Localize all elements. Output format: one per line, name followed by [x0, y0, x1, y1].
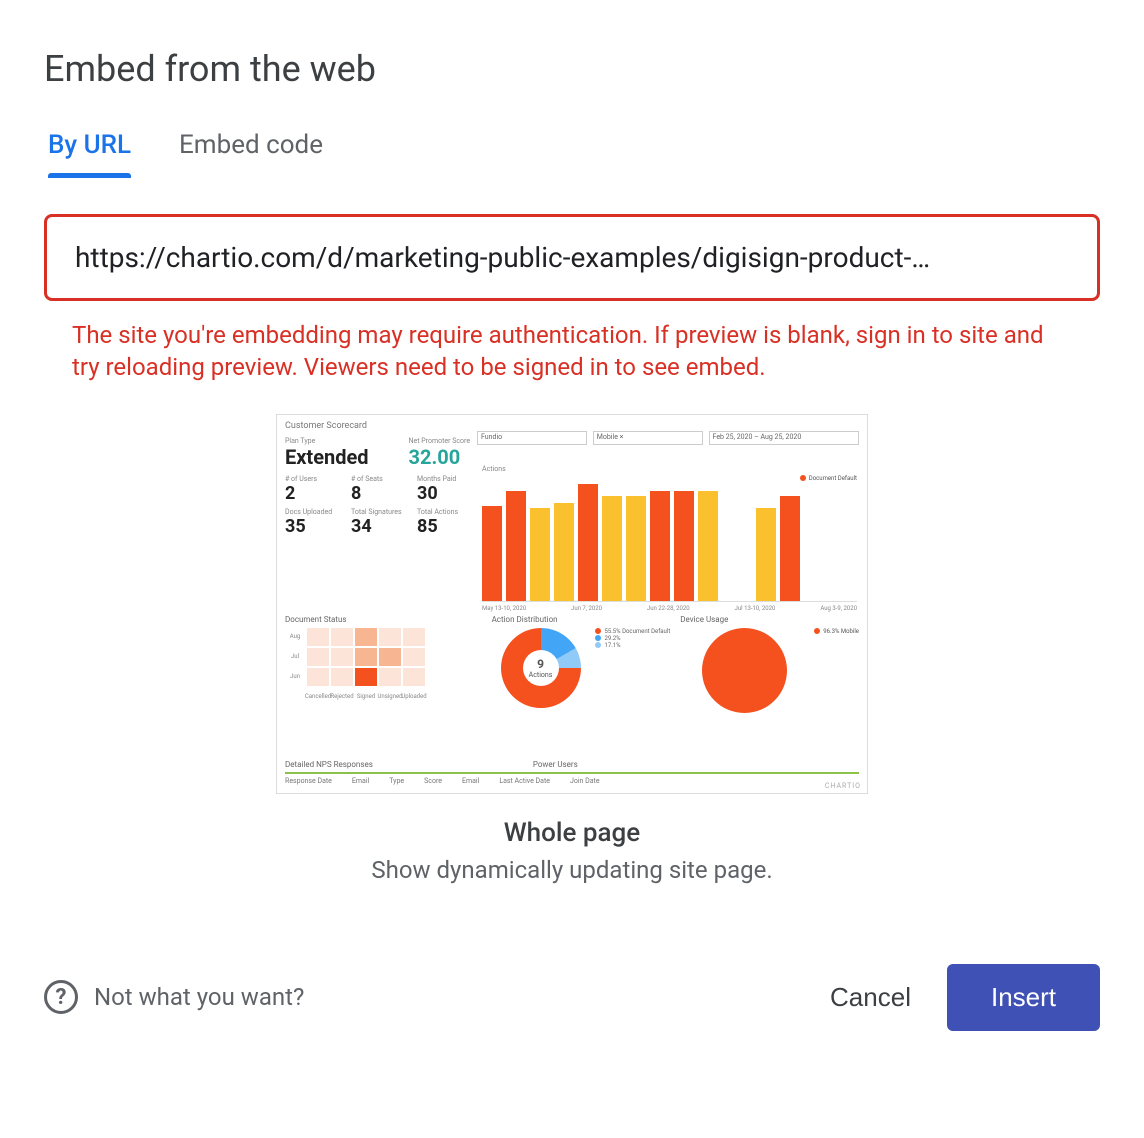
- section-title: Detailed NPS Responses: [285, 760, 373, 769]
- score-label: Net Promoter Score: [409, 437, 471, 445]
- kpi-value: 2: [285, 483, 345, 504]
- kpi-label: # of Users: [285, 475, 345, 483]
- url-input-container: [44, 214, 1100, 301]
- pie-title: Device Usage: [680, 615, 859, 624]
- url-input[interactable]: [75, 241, 1069, 274]
- tab-by-url[interactable]: By URL: [44, 130, 135, 178]
- dialog-footer: ? Not what you want? Cancel Insert: [44, 964, 1100, 1031]
- auth-warning-text: The site you're embedding may require au…: [44, 319, 1100, 384]
- table-col: Last Active Date: [499, 777, 550, 785]
- table-col: Score: [424, 777, 442, 785]
- chartio-badge: CHARTIO: [825, 782, 861, 790]
- dashboard-title: Customer Scorecard: [285, 421, 859, 431]
- score-value: 32.00: [409, 445, 471, 469]
- table-col: Email: [462, 777, 479, 785]
- insert-button[interactable]: Insert: [947, 964, 1100, 1031]
- donut-center-value: 9: [537, 657, 544, 671]
- preview-mode-subtitle: Show dynamically updating site page.: [371, 856, 772, 884]
- section-title: Power Users: [533, 760, 578, 769]
- preview-mode-title: Whole page: [504, 818, 640, 848]
- tab-bar: By URL Embed code: [44, 130, 1100, 178]
- kpi-label: Total Actions: [417, 508, 477, 516]
- actions-bar-chart: Actions Document Default May 13-10, 2020: [482, 465, 857, 585]
- x-tick: Jun 7, 2020: [571, 605, 602, 612]
- kpi-value: 8: [351, 483, 411, 504]
- donut-title: Action Distribution: [492, 615, 671, 624]
- doc-status-heatmap: Aug Jul Jun Cancelled Rejected Signed Un…: [285, 628, 482, 706]
- filter-daterange: Feb 25, 2020 – Aug 25, 2020: [709, 431, 859, 445]
- filter-dropdown: Fundio: [477, 431, 587, 445]
- kpi-label: # of Seats: [351, 475, 411, 483]
- preview-thumbnail[interactable]: Customer Scorecard Plan Type Extended Ne…: [276, 414, 868, 794]
- kpi-label: Months Paid: [417, 475, 477, 483]
- plan-type-value: Extended: [285, 445, 369, 469]
- x-tick: Jun 22-28, 2020: [647, 605, 690, 612]
- dialog-title: Embed from the web: [44, 48, 1100, 90]
- kpi-label: Docs Uploaded: [285, 508, 345, 516]
- filter-row: Fundio Mobile × Feb 25, 2020 – Aug 25, 2…: [477, 431, 859, 445]
- table-col: Type: [389, 777, 404, 785]
- help-icon[interactable]: ?: [44, 980, 78, 1014]
- legend-item: 29.2%: [604, 635, 620, 642]
- kpi-label: Total Signatures: [351, 508, 411, 516]
- legend-item: 55.5% Document Default: [604, 628, 670, 635]
- chart-legend: Document Default: [809, 475, 857, 482]
- help-text[interactable]: Not what you want?: [94, 983, 304, 1011]
- plan-type-label: Plan Type: [285, 437, 369, 445]
- action-donut-chart: 9Actions: [501, 628, 581, 708]
- x-tick: May 13-10, 2020: [482, 605, 526, 612]
- kpi-value: 35: [285, 516, 345, 537]
- x-tick: Jul 13-10, 2020: [735, 605, 776, 612]
- device-pie-chart: [702, 628, 787, 713]
- chart-title: Actions: [482, 465, 857, 473]
- donut-center-label: Actions: [529, 671, 553, 679]
- cancel-button[interactable]: Cancel: [822, 968, 919, 1027]
- table-col: Join Date: [570, 777, 600, 785]
- filter-chip: Mobile ×: [593, 431, 703, 445]
- heatmap-title: Document Status: [285, 615, 482, 624]
- table-header-row: Response Date Email Type Score Email Las…: [285, 772, 859, 785]
- table-col: Email: [352, 777, 369, 785]
- kpi-value: 30: [417, 483, 477, 504]
- preview-area: Customer Scorecard Plan Type Extended Ne…: [44, 414, 1100, 884]
- kpi-value: 34: [351, 516, 411, 537]
- table-col: Response Date: [285, 777, 332, 785]
- legend-item: 96.3% Mobile: [823, 628, 859, 635]
- legend-item: 17.1%: [604, 642, 620, 649]
- tab-embed-code[interactable]: Embed code: [175, 130, 327, 178]
- kpi-value: 85: [417, 516, 477, 537]
- x-tick: Aug 3-9, 2020: [820, 605, 857, 612]
